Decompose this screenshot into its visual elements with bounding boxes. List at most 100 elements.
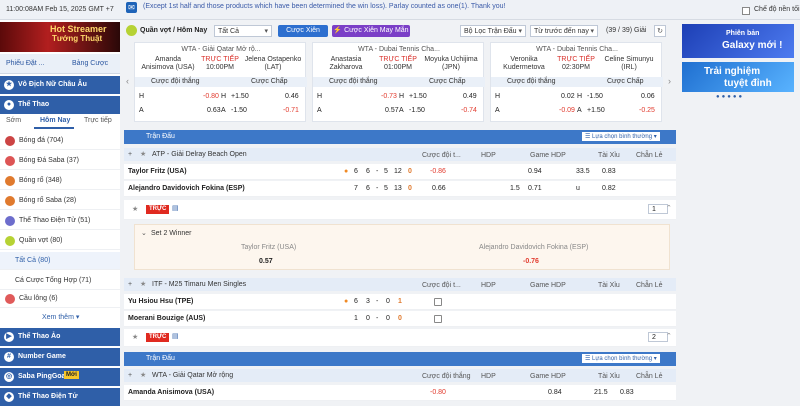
pinggoal-icon: ◎ (4, 372, 14, 382)
odds-row[interactable]: A -0.09 A +1.50 -0.25 (491, 105, 663, 117)
section-header: Trận Đấu ☰ Lựa chọn bình thường ▾ (124, 130, 676, 144)
sidebar-section-esports[interactable]: ◆ Thể Thao Điện Tử (0, 388, 120, 406)
odds-row[interactable]: A 0.63 A -1.50 -0.71 (135, 105, 307, 117)
league-name: ITF - M25 Timaru Men Singles (152, 281, 247, 288)
sort-select[interactable]: Từ trước đến nay (530, 25, 598, 37)
favorite-star-icon[interactable]: ★ (132, 205, 138, 213)
favorite-star-icon[interactable]: ★ (140, 150, 146, 158)
dark-mode-checkbox[interactable] (742, 7, 750, 15)
subtab-live[interactable]: Trực tiếp (84, 117, 112, 124)
live-badge[interactable]: TRỰC (146, 205, 170, 214)
subtab-early[interactable]: Sớm (6, 117, 21, 124)
sidebar-item-saba-football[interactable]: Bóng Đá Saba (37) (0, 152, 120, 170)
league-count: (39 / 39) Giải (606, 27, 647, 34)
sidebar-section-virtual[interactable]: ▶ Thể Thao Ảo (0, 328, 120, 346)
live-badge[interactable]: TRỰC (146, 333, 170, 342)
match-row: Taylor Fritz (USA) ● 6 6 - 5 12 0 -0.86 … (124, 164, 676, 180)
league-header[interactable]: + ★ ATP - Giải Delray Beach Open (124, 148, 676, 161)
more-markets-button[interactable]: 2 (648, 332, 668, 342)
carousel-next-icon[interactable]: › (668, 76, 671, 86)
league-header[interactable]: + ★ ITF - M25 Timaru Men Singles (124, 278, 676, 291)
view-mode-select[interactable]: ☰ Lựa chọn bình thường ▾ (582, 354, 660, 363)
clock: 11:00:08AM Feb 15, 2025 GMT +7 (6, 6, 114, 13)
experience-promo-banner[interactable]: Trải nghiệm tuyệt đỉnh (682, 62, 794, 92)
collapse-icon[interactable]: ⌃ (666, 204, 672, 212)
sidebar-item-tennis-all[interactable]: Tất Cả (80) (0, 252, 120, 270)
match-row: Yu Hsiou Hsu (TPE) ● 6 3 - 0 1 (124, 294, 676, 310)
basketball-icon (5, 176, 15, 186)
carousel-prev-icon[interactable]: ‹ (126, 76, 129, 86)
subtab-today[interactable]: Hôm Nay (40, 117, 70, 124)
expand-icon[interactable]: + (128, 281, 132, 288)
sidebar-section-pinggoal[interactable]: ◎ Saba PingGoal Mới (0, 368, 120, 386)
expand-icon[interactable]: + (128, 151, 132, 158)
sidebar-section-euro[interactable]: ★ Vô Địch Nữ Châu Âu (0, 76, 120, 94)
virtual-sports-icon: ▶ (4, 332, 14, 342)
odds-row[interactable]: H -0.80 H +1.50 0.46 (135, 91, 307, 103)
tab-bet-slip[interactable]: Phiếu Đặt ... (6, 60, 45, 67)
refresh-icon[interactable]: ↻ (654, 25, 666, 37)
stats-icon[interactable]: ▤ (172, 332, 179, 340)
odds-row[interactable]: A 0.57 A -1.50 -0.74 (313, 105, 485, 117)
sport-title: Quần vợt / Hôm Nay (140, 27, 208, 34)
subtab-underline (34, 127, 74, 129)
match-actions-row: ★ TRỰC ▤ 1 ⌃ (124, 200, 676, 220)
sidebar-item-tennis[interactable]: Quần vợt (80) (0, 232, 120, 250)
view-mode-select[interactable]: ☰ Lựa chọn bình thường ▾ (582, 132, 660, 141)
serving-icon: ● (344, 298, 349, 305)
lucky-parlay-button[interactable]: ⚡ Cược Xiên May Mắn (332, 25, 410, 37)
sidebar-section-sports[interactable]: ● Thể Thao (0, 96, 120, 114)
market-filter-select[interactable]: Tất Cả (214, 25, 272, 37)
expand-icon[interactable]: + (128, 372, 132, 379)
featured-match-card[interactable]: WTA - Dubai Tennis Cha... Veronika Kuder… (490, 42, 663, 122)
galaxy-promo-banner[interactable]: Phiên bản Galaxy mới ! (682, 24, 794, 58)
featured-match-card[interactable]: WTA - Giải Qatar Mở rộ... Amanda Anisimo… (134, 42, 307, 122)
tennis-icon (5, 236, 15, 246)
sidebar-item-football[interactable]: Bóng đá (704) (0, 132, 120, 150)
match-filter-select[interactable]: Bộ Lọc Trận Đấu (460, 25, 526, 37)
league-name: ATP - Giải Delray Beach Open (152, 151, 247, 158)
lock-icon (434, 298, 442, 306)
match-row: Amanda Anisimova (USA) -0.80 0.84 21.5 0… (124, 385, 676, 401)
sidebar-section-number-game[interactable]: # Number Game (0, 348, 120, 366)
promo-pager-dots[interactable]: ●●●●● (716, 94, 744, 100)
sidebar-item-saba-basketball[interactable]: Bóng rổ Saba (28) (0, 192, 120, 210)
tab-bet-list[interactable]: Bảng Cược (72, 60, 108, 67)
league-header[interactable]: + ★ WTA - Giải Qatar Mở rộng (124, 369, 676, 382)
sidebar-item-badminton[interactable]: Cầu lông (6) (0, 290, 120, 308)
set-winner-panel: ⌄ Set 2 Winner Taylor Fritz (USA) Alejan… (134, 224, 670, 270)
favorite-star-icon[interactable]: ★ (132, 333, 138, 341)
see-more-link[interactable]: Xem thêm ▾ (42, 313, 79, 321)
favorite-star-icon[interactable]: ★ (140, 371, 146, 379)
collapse-icon[interactable]: ⌃ (666, 332, 672, 340)
stats-icon[interactable]: ▤ (172, 204, 179, 212)
esports-icon (5, 216, 15, 226)
announcement-text: (Except 1st half and those products whic… (143, 3, 506, 10)
favorite-star-icon[interactable]: ★ (140, 280, 146, 288)
serving-icon: ● (344, 168, 349, 175)
badminton-icon (5, 294, 15, 304)
saba-basketball-icon (5, 196, 15, 206)
tennis-ball-icon (126, 25, 137, 36)
section-header: Trận Đấu ☰ Lựa chọn bình thường ▾ (124, 352, 676, 366)
sidebar-item-basketball[interactable]: Bóng rổ (348) (0, 172, 120, 190)
sidebar-item-esports[interactable]: Thể Thao Điện Tử (51) (0, 212, 120, 230)
sidebar-item-outright[interactable]: Cá Cược Tổng Hợp (71) (0, 272, 120, 290)
odds-row[interactable]: H -0.73 H +1.50 0.49 (313, 91, 485, 103)
dark-mode-label: Chế độ nền tối (754, 6, 800, 13)
match-actions-row: ★ TRỰC ▤ 2 ⌃ (124, 329, 676, 347)
collapse-icon[interactable]: ⌄ (141, 229, 147, 237)
streamer-banner-title: Hot Streamer (50, 24, 107, 34)
saba-football-icon (5, 156, 15, 166)
parlay-button[interactable]: Cược Xiên (278, 25, 328, 37)
streamer-banner-subtitle: Tướng Thuật (52, 34, 103, 43)
featured-match-card[interactable]: WTA - Dubai Tennis Cha... Anastasia Zakh… (312, 42, 485, 122)
match-row: Alejandro Davidovich Fokina (ESP) 7 6 - … (124, 181, 676, 197)
number-game-icon: # (4, 352, 14, 362)
trophy-icon: ★ (4, 80, 14, 90)
more-markets-button[interactable]: 1 (648, 204, 668, 214)
lock-icon (434, 315, 442, 323)
league-name: WTA - Giải Qatar Mở rộng (152, 372, 234, 379)
announcement-icon[interactable]: ✉ (126, 2, 137, 13)
odds-row[interactable]: H 0.02 H -1.50 0.06 (491, 91, 663, 103)
